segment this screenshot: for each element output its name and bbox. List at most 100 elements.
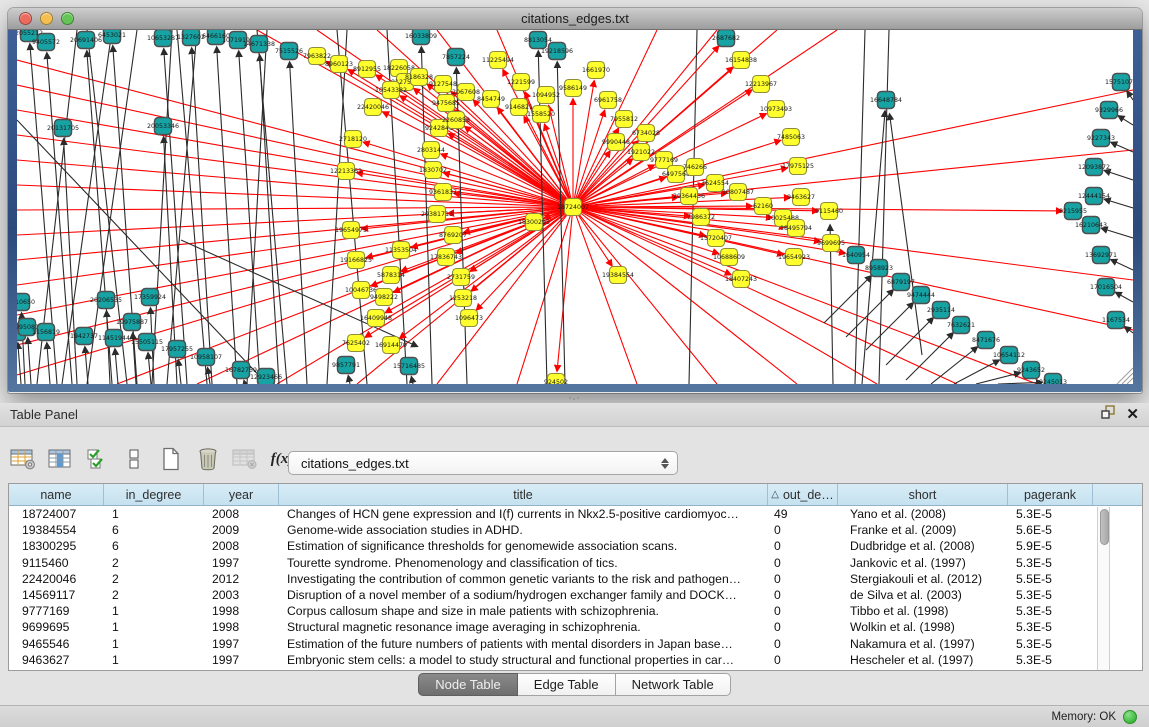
network-node[interactable]: 1640954: [842, 247, 870, 264]
tab-edge-table[interactable]: Edge Table: [518, 673, 616, 696]
network-node[interactable]: 12444154: [1078, 188, 1110, 205]
delete-table-icon[interactable]: [230, 444, 260, 474]
table-row[interactable]: 2242004622012Investigating the contribut…: [9, 571, 1142, 587]
show-columns-icon[interactable]: [45, 444, 75, 474]
network-node[interactable]: 1094952: [532, 87, 560, 104]
network-node[interactable]: 11225494: [482, 52, 514, 69]
table-select-dropdown[interactable]: citations_edges.txt: [288, 451, 678, 475]
delete-column-icon[interactable]: [193, 444, 223, 474]
tab-node-table[interactable]: Node Table: [418, 673, 518, 696]
network-node[interactable]: 2718120: [339, 131, 367, 148]
network-node[interactable]: 10958107: [190, 349, 222, 366]
table-row[interactable]: 977716911998Corpus callosum shape and si…: [9, 603, 1142, 619]
network-node[interactable]: 1661970: [582, 62, 610, 79]
zoom-window-button[interactable]: [61, 12, 74, 25]
memory-status-indicator[interactable]: [1123, 710, 1137, 724]
table-row[interactable]: 969969511998Structural magnetic resonanc…: [9, 619, 1142, 635]
column-header-out_de[interactable]: △out_de…: [768, 484, 838, 505]
network-node[interactable]: 1096473: [455, 310, 483, 327]
column-header-pagerank[interactable]: pagerank: [1008, 484, 1093, 505]
divider-grip-icon[interactable]: [568, 396, 580, 401]
network-node[interactable]: 16648784: [870, 92, 902, 109]
network-node[interactable]: 2687682: [712, 30, 740, 47]
network-node[interactable]: 9857791: [332, 357, 360, 374]
canvas-resize-grip[interactable]: [1117, 368, 1133, 384]
network-node[interactable]: 10688609: [713, 249, 745, 266]
network-node[interactable]: 6453021: [98, 30, 126, 44]
column-header-name[interactable]: name: [9, 484, 104, 505]
network-node[interactable]: 15720407: [700, 230, 732, 247]
network-node[interactable]: 12213967: [745, 76, 777, 93]
network-node[interactable]: 15751074: [1105, 74, 1133, 91]
network-node[interactable]: 9463627: [787, 189, 815, 206]
network-node[interactable]: 8454749: [477, 91, 505, 108]
create-column-icon[interactable]: [156, 444, 186, 474]
network-node[interactable]: 10653287: [147, 30, 179, 47]
network-node[interactable]: 8769207: [439, 227, 467, 244]
network-node[interactable]: 2935114: [927, 302, 955, 319]
tab-network-table[interactable]: Network Table: [616, 673, 731, 696]
network-node[interactable]: 17975125: [782, 158, 814, 175]
network-node[interactable]: 8215955: [1059, 203, 1087, 220]
network-node[interactable]: 1253218: [449, 290, 477, 307]
table-row[interactable]: 946554611997Estimation of the future num…: [9, 636, 1142, 652]
table-row[interactable]: 1456911722003Disruption of a novel membe…: [9, 587, 1142, 603]
network-node[interactable]: 62160: [753, 198, 773, 215]
network-node[interactable]: 9245013: [1039, 374, 1067, 385]
close-window-button[interactable]: [19, 12, 32, 25]
network-node[interactable]: 746266: [683, 159, 707, 176]
network-node[interactable]: 13692971: [1085, 247, 1117, 264]
network-node[interactable]: 1221599: [507, 74, 535, 91]
close-panel-icon[interactable]: ✕: [1126, 407, 1139, 422]
network-node[interactable]: 1830702: [419, 162, 447, 179]
network-node[interactable]: 8471676: [972, 332, 1000, 349]
network-node[interactable]: 9586149: [559, 80, 587, 97]
network-node[interactable]: 16154838: [725, 52, 757, 69]
network-node[interactable]: 19654923: [778, 249, 810, 266]
network-node[interactable]: 6734028: [632, 125, 660, 142]
network-node[interactable]: 9115460: [815, 203, 843, 220]
network-node[interactable]: 9227343: [1087, 130, 1115, 147]
column-header-title[interactable]: title: [279, 484, 768, 505]
network-node[interactable]: 12093872: [1078, 159, 1110, 176]
network-node[interactable]: 7955812: [610, 111, 638, 128]
network-node[interactable]: 19166825: [340, 252, 372, 269]
table-row[interactable]: 1872400712008Changes of HCN gene express…: [9, 506, 1142, 522]
network-node[interactable]: 16033809: [405, 30, 437, 45]
network-node[interactable]: 18407243: [725, 271, 757, 288]
table-row[interactable]: 911546021997Tourette syndrome. Phenomeno…: [9, 555, 1142, 571]
network-node[interactable]: 19384554: [602, 267, 634, 284]
network-node[interactable]: 15505115: [131, 334, 163, 351]
panel-divider[interactable]: [0, 393, 1149, 403]
minimize-window-button[interactable]: [40, 12, 53, 25]
network-node[interactable]: 19654975: [335, 222, 367, 239]
table-row[interactable]: 1830029562008Estimation of significance …: [9, 538, 1142, 554]
network-node[interactable]: 8958923: [865, 260, 893, 277]
network-node[interactable]: 2310650: [17, 294, 35, 311]
network-node[interactable]: 2803144: [417, 142, 445, 159]
network-node[interactable]: 9474444: [907, 287, 935, 304]
network-node[interactable]: 1167534: [1102, 312, 1130, 329]
network-node[interactable]: 7632621: [947, 317, 975, 334]
network-node[interactable]: 15716485: [393, 358, 425, 375]
network-node[interactable]: 9243652: [1017, 362, 1045, 379]
vertical-scrollbar[interactable]: [1097, 507, 1110, 670]
network-node[interactable]: 11451944: [98, 330, 130, 347]
network-node[interactable]: 17836743: [430, 249, 462, 266]
table-row[interactable]: 946362711997Embryonic stem cells: a mode…: [9, 652, 1142, 668]
network-canvas[interactable]: 1872400779638228960123891295518226058912…: [17, 30, 1133, 384]
network-node[interactable]: 1327602: [177, 30, 205, 46]
float-panel-icon[interactable]: [1100, 404, 1116, 425]
network-window-titlebar[interactable]: citations_edges.txt: [8, 8, 1142, 30]
column-header-in_degree[interactable]: in_degree: [104, 484, 204, 505]
scrollbar-thumb[interactable]: [1100, 509, 1109, 545]
network-node[interactable]: 6961758: [594, 92, 622, 109]
select-all-columns-icon[interactable]: [82, 444, 112, 474]
column-header-short[interactable]: short: [838, 484, 1008, 505]
network-node[interactable]: 7515526: [275, 43, 303, 60]
column-header-year[interactable]: year: [204, 484, 279, 505]
table-row[interactable]: 1938455462009Genome-wide association stu…: [9, 522, 1142, 538]
table-mode-icon[interactable]: [8, 444, 38, 474]
network-node[interactable]: 7857224: [442, 49, 470, 66]
network-node[interactable]: 17957255: [161, 341, 193, 358]
